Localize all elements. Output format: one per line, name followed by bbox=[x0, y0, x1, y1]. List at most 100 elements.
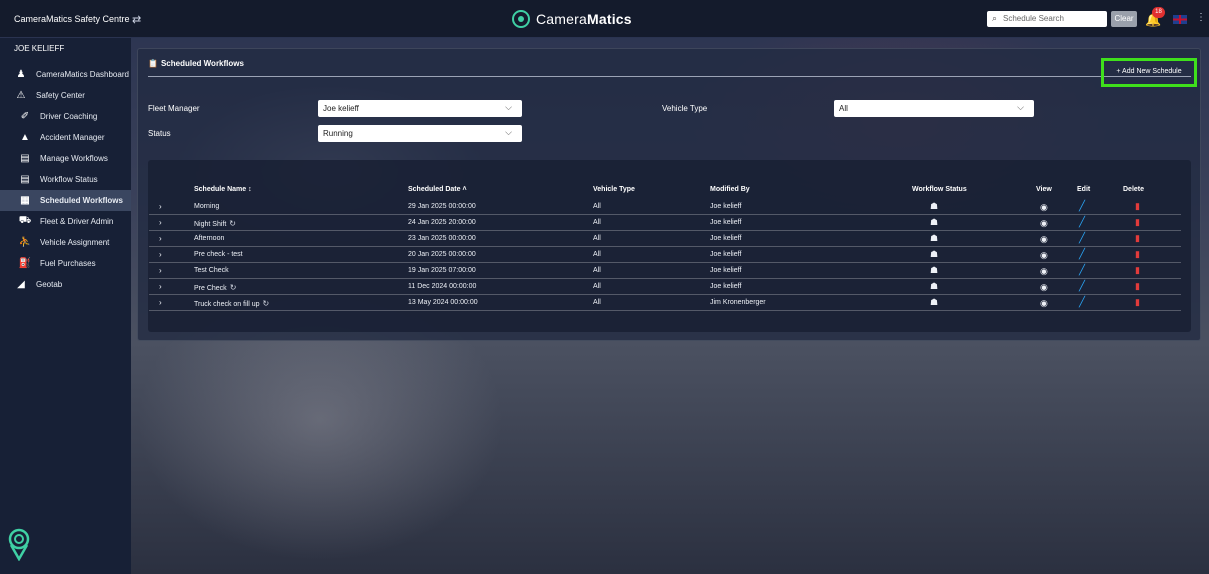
delete-trash-icon[interactable]: ▮ bbox=[1135, 297, 1140, 308]
sidebar-item-label: Accident Manager bbox=[40, 133, 105, 142]
delete-trash-icon[interactable]: ▮ bbox=[1135, 265, 1140, 276]
sidebar-item-label: Vehicle Assignment bbox=[40, 238, 110, 247]
view-eye-icon[interactable]: ◉ bbox=[1040, 282, 1048, 293]
cell-vehicle-type: All bbox=[593, 203, 601, 210]
vehicle-type-label: Vehicle Type bbox=[662, 104, 708, 113]
view-eye-icon[interactable]: ◉ bbox=[1040, 298, 1048, 309]
workflow-status-icon: ☗ bbox=[930, 217, 939, 227]
cell-name: Pre Check ↻ bbox=[194, 283, 236, 292]
view-eye-icon[interactable]: ◉ bbox=[1040, 218, 1048, 229]
edit-pencil-icon[interactable]: ╱ bbox=[1079, 265, 1085, 276]
schedule-search-input[interactable]: ⌕ Schedule Search bbox=[987, 11, 1107, 27]
table-row[interactable]: › Afternoon 23 Jan 2025 00:00:00 All Joe kel… bbox=[149, 231, 1181, 247]
status-select[interactable]: Running ⌵ bbox=[318, 125, 522, 142]
cell-name: Test Check bbox=[194, 267, 229, 274]
expand-row-icon[interactable]: › bbox=[159, 234, 162, 243]
sidebar-item-label: Fleet & Driver Admin bbox=[40, 217, 114, 226]
cell-text: All bbox=[593, 267, 601, 274]
cell-modified-by: Joe kelieff bbox=[710, 235, 741, 242]
cell-modified-by: Joe kelieff bbox=[710, 251, 741, 258]
cell-modified-by: Joe kelieff bbox=[710, 283, 741, 290]
sidebar-item-manage-workflows[interactable]: ▤ Manage Workflows bbox=[0, 148, 131, 169]
sidebar-item-label: Driver Coaching bbox=[40, 112, 98, 121]
delete-trash-icon[interactable]: ▮ bbox=[1135, 281, 1140, 292]
table-row[interactable]: › Truck check on fill up ↻ 13 May 2024 00:0… bbox=[149, 295, 1181, 311]
search-icon: ⌕ bbox=[992, 13, 998, 23]
delete-trash-icon[interactable]: ▮ bbox=[1135, 201, 1140, 212]
expand-row-icon[interactable]: › bbox=[159, 202, 162, 211]
col-schedule-name[interactable]: Schedule Name ↕ bbox=[194, 186, 252, 193]
cell-text: 20 Jan 2025 00:00:00 bbox=[408, 251, 476, 258]
table-row[interactable]: › Morning 29 Jan 2025 00:00:00 All Joe kelie… bbox=[149, 199, 1181, 215]
cell-vehicle-type: All bbox=[593, 251, 601, 258]
table-row[interactable]: › Pre Check ↻ 11 Dec 2024 00:00:00 All Joe ke… bbox=[149, 279, 1181, 295]
sidebar-item-label: Manage Workflows bbox=[40, 154, 108, 163]
edit-pencil-icon[interactable]: ╱ bbox=[1079, 281, 1085, 292]
view-eye-icon[interactable]: ◉ bbox=[1040, 250, 1048, 261]
cell-date: 13 May 2024 00:00:00 bbox=[408, 299, 478, 306]
delete-trash-icon[interactable]: ▮ bbox=[1135, 233, 1140, 244]
clear-button[interactable]: Clear bbox=[1111, 11, 1137, 27]
sidebar-item-driver-coaching[interactable]: ✐ Driver Coaching bbox=[0, 106, 131, 127]
cell-text: Pre Check bbox=[194, 285, 227, 292]
sidebar-item-geotab[interactable]: ◢ Geotab bbox=[0, 274, 131, 295]
cell-name: Afternoon bbox=[194, 235, 224, 242]
vehicle-type-select[interactable]: All ⌵ bbox=[834, 100, 1034, 117]
expand-row-icon[interactable]: › bbox=[159, 250, 162, 259]
fuel-icon: ⛽ bbox=[18, 258, 32, 269]
add-new-schedule-button[interactable]: + Add New Schedule bbox=[1101, 58, 1197, 87]
logo-mark-icon bbox=[512, 10, 530, 28]
delete-trash-icon[interactable]: ▮ bbox=[1135, 217, 1140, 228]
view-eye-icon[interactable]: ◉ bbox=[1040, 202, 1048, 213]
edit-pencil-icon[interactable]: ╱ bbox=[1079, 249, 1085, 260]
view-eye-icon[interactable]: ◉ bbox=[1040, 266, 1048, 277]
col-scheduled-date[interactable]: Scheduled Date ˄ bbox=[408, 186, 467, 193]
sidebar-item-cameramatics-dashboard[interactable]: ♟ CameraMatics Dashboard bbox=[0, 64, 131, 85]
chevron-down-icon: ⌵ bbox=[505, 127, 512, 137]
sidebar-item-safety-center[interactable]: ⚠ Safety Center bbox=[0, 85, 131, 106]
cell-text: All bbox=[593, 219, 601, 226]
cell-vehicle-type: All bbox=[593, 219, 601, 226]
view-eye-icon[interactable]: ◉ bbox=[1040, 234, 1048, 245]
cell-text: Morning bbox=[194, 203, 220, 210]
table-row[interactable]: › Pre check - test 20 Jan 2025 00:00:00 All… bbox=[149, 247, 1181, 263]
cell-modified-by: Jim Kronenberger bbox=[710, 299, 766, 306]
clipboard-icon: ▤ bbox=[20, 174, 30, 185]
cell-date: 20 Jan 2025 00:00:00 bbox=[408, 251, 476, 258]
uk-flag-icon[interactable] bbox=[1173, 15, 1187, 24]
cell-text: Test Check bbox=[194, 267, 229, 274]
sidebar-item-scheduled-workflows[interactable]: ▦ Scheduled Workflows bbox=[0, 190, 131, 211]
sidebar-item-fleet-driver-admin[interactable]: ⛟ Fleet & Driver Admin bbox=[0, 211, 131, 232]
user-name: JOE KELIEFF bbox=[14, 44, 65, 53]
cell-date: 24 Jan 2025 20:00:00 bbox=[408, 219, 476, 226]
edit-pencil-icon[interactable]: ╱ bbox=[1079, 201, 1085, 212]
swap-arrows-icon[interactable]: ⇄ bbox=[132, 13, 141, 26]
sidebar-item-workflow-status[interactable]: ▤ Workflow Status bbox=[0, 169, 131, 190]
fleet-manager-select[interactable]: Joe kelieff ⌵ bbox=[318, 100, 522, 117]
delete-trash-icon[interactable]: ▮ bbox=[1135, 249, 1140, 260]
cell-date: 23 Jan 2025 00:00:00 bbox=[408, 235, 476, 242]
user-pin-icon: ♟ bbox=[16, 69, 26, 80]
cell-text: 24 Jan 2025 20:00:00 bbox=[408, 219, 476, 226]
edit-pencil-icon[interactable]: ╱ bbox=[1079, 297, 1085, 308]
fleet-manager-label: Fleet Manager bbox=[148, 104, 200, 113]
expand-row-icon[interactable]: › bbox=[159, 298, 162, 307]
bottom-logo-icon bbox=[8, 528, 30, 561]
sidebar-item-fuel-purchases[interactable]: ⛽ Fuel Purchases bbox=[0, 253, 131, 274]
edit-pencil-icon[interactable]: ╱ bbox=[1079, 217, 1085, 228]
table-row[interactable]: › Test Check 19 Jan 2025 07:00:00 All Joe ke… bbox=[149, 263, 1181, 279]
sidebar-item-label: Geotab bbox=[36, 280, 63, 289]
expand-row-icon[interactable]: › bbox=[159, 282, 162, 291]
app-title[interactable]: CameraMatics Safety Centre bbox=[14, 14, 130, 24]
sidebar-item-label: CameraMatics Dashboard bbox=[36, 70, 129, 79]
cell-vehicle-type: All bbox=[593, 267, 601, 274]
sidebar-item-accident-manager[interactable]: ▲ Accident Manager bbox=[0, 127, 131, 148]
edit-pencil-icon[interactable]: ╱ bbox=[1079, 233, 1085, 244]
more-menu-icon[interactable]: ⋮ bbox=[1196, 12, 1206, 23]
expand-row-icon[interactable]: › bbox=[159, 218, 162, 227]
cell-text: All bbox=[593, 251, 601, 258]
table-row[interactable]: › Night Shift ↻ 24 Jan 2025 20:00:00 All Joe … bbox=[149, 215, 1181, 231]
table-header: Schedule Name ↕ Scheduled Date ˄ Vehicle… bbox=[149, 183, 1192, 197]
expand-row-icon[interactable]: › bbox=[159, 266, 162, 275]
sidebar-item-vehicle-assignment[interactable]: ⛹ Vehicle Assignment bbox=[0, 232, 131, 253]
